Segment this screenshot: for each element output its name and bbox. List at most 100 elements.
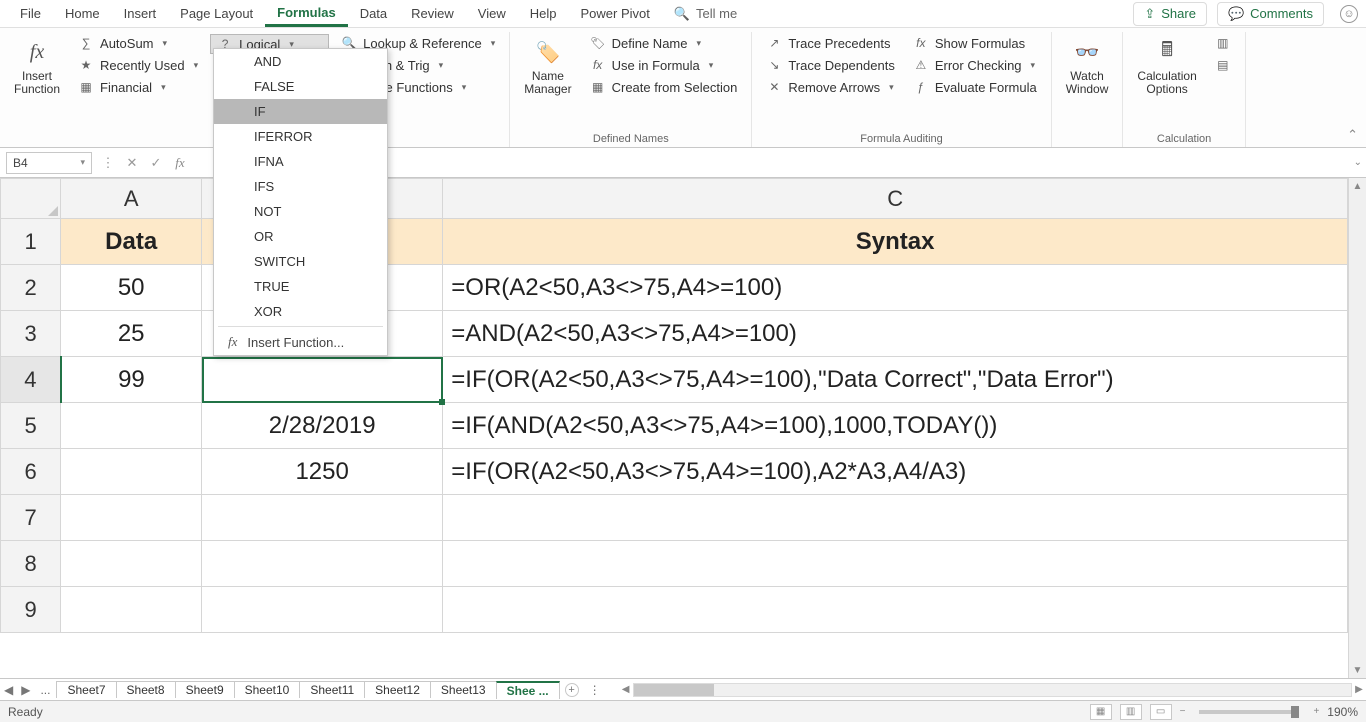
scroll-down-icon[interactable]: ▼ <box>1349 662 1366 678</box>
watch-window-button[interactable]: 👓 Watch Window <box>1060 32 1115 100</box>
financial-button[interactable]: ▦Financial▾ <box>72 78 204 96</box>
cell-b9[interactable] <box>202 587 443 633</box>
sheet-tab-sheet11[interactable]: Sheet11 <box>299 681 365 698</box>
calculation-options-button[interactable]: 🖩 Calculation Options <box>1131 32 1202 100</box>
cell-c9[interactable] <box>443 587 1348 633</box>
new-sheet-button[interactable]: + <box>565 683 579 697</box>
menu-item-ifna[interactable]: IFNA <box>214 149 387 174</box>
cell-b7[interactable] <box>202 495 443 541</box>
tab-file[interactable]: File <box>8 2 53 25</box>
menu-item-switch[interactable]: SWITCH <box>214 249 387 274</box>
name-box[interactable]: B4 ▾ <box>6 152 92 174</box>
tab-data[interactable]: Data <box>348 2 399 25</box>
calc-now-button[interactable]: ▥ <box>1209 34 1237 52</box>
show-formulas-button[interactable]: fxShow Formulas <box>907 34 1043 52</box>
cell-c2[interactable]: =OR(A2<50,A3<>75,A4>=100) <box>443 265 1348 311</box>
cell-a5[interactable] <box>61 403 202 449</box>
tab-home[interactable]: Home <box>53 2 112 25</box>
tab-review[interactable]: Review <box>399 2 466 25</box>
collapse-ribbon-icon[interactable]: ⌃ <box>1347 127 1358 143</box>
cell-c7[interactable] <box>443 495 1348 541</box>
autosum-button[interactable]: ∑AutoSum▾ <box>72 34 204 52</box>
zoom-slider[interactable] <box>1199 710 1299 714</box>
insert-function-button[interactable]: fx Insert Function <box>8 32 66 100</box>
recently-used-button[interactable]: ★Recently Used▾ <box>72 56 204 74</box>
row-header-3[interactable]: 3 <box>1 311 61 357</box>
cell-b8[interactable] <box>202 541 443 587</box>
tab-formulas[interactable]: Formulas <box>265 1 348 27</box>
cell-a4[interactable]: 99 <box>61 357 202 403</box>
spreadsheet-grid[interactable]: A B C 1 Data Result Syntax 2 50 TRUE =OR… <box>0 178 1348 678</box>
menu-item-and[interactable]: AND <box>214 49 387 74</box>
fx-icon[interactable]: fx <box>168 152 192 174</box>
row-header-9[interactable]: 9 <box>1 587 61 633</box>
cell-a3[interactable]: 25 <box>61 311 202 357</box>
menu-insert-function[interactable]: fx Insert Function... <box>214 329 387 355</box>
cell-a1[interactable]: Data <box>61 219 202 265</box>
use-in-formula-button[interactable]: fxUse in Formula▾ <box>584 56 744 74</box>
col-header-c[interactable]: C <box>443 179 1348 219</box>
row-header-1[interactable]: 1 <box>1 219 61 265</box>
horizontal-scrollbar[interactable]: ◀ ▶ <box>619 683 1366 697</box>
row-header-5[interactable]: 5 <box>1 403 61 449</box>
vertical-scrollbar[interactable]: ▲ ▼ <box>1348 178 1366 678</box>
cell-a2[interactable]: 50 <box>61 265 202 311</box>
cell-b5[interactable]: 2/28/2019 <box>202 403 443 449</box>
tab-insert[interactable]: Insert <box>112 2 169 25</box>
sheet-tab-sheet13[interactable]: Sheet13 <box>430 681 497 698</box>
sheet-tab-sheet10[interactable]: Sheet10 <box>234 681 301 698</box>
zoom-out-button[interactable]: − <box>1180 706 1186 717</box>
cell-a6[interactable] <box>61 449 202 495</box>
cell-a8[interactable] <box>61 541 202 587</box>
menu-item-xor[interactable]: XOR <box>214 299 387 324</box>
create-from-selection-button[interactable]: ▦Create from Selection <box>584 78 744 96</box>
zoom-in-button[interactable]: + <box>1313 706 1319 717</box>
sheet-tab-active[interactable]: Shee ... <box>496 681 560 699</box>
view-normal-icon[interactable]: ▦ <box>1090 704 1112 720</box>
scroll-left-icon[interactable]: ◀ <box>619 684 633 695</box>
cell-c3[interactable]: =AND(A2<50,A3<>75,A4>=100) <box>443 311 1348 357</box>
expand-formula-bar-icon[interactable]: ⌄ <box>1354 157 1362 168</box>
scroll-right-icon[interactable]: ▶ <box>1352 684 1366 695</box>
tell-me-search[interactable]: 🔍 Tell me <box>662 2 749 26</box>
cell-c4[interactable]: =IF(OR(A2<50,A3<>75,A4>=100),"Data Corre… <box>443 357 1348 403</box>
view-page-layout-icon[interactable]: ▥ <box>1120 704 1142 720</box>
menu-item-if[interactable]: IF <box>214 99 387 124</box>
col-header-a[interactable]: A <box>61 179 202 219</box>
namebox-more-icon[interactable]: ⋮ <box>96 152 120 174</box>
menu-item-iferror[interactable]: IFERROR <box>214 124 387 149</box>
menu-item-ifs[interactable]: IFS <box>214 174 387 199</box>
sheet-tab-sheet7[interactable]: Sheet7 <box>56 681 116 698</box>
menu-item-or[interactable]: OR <box>214 224 387 249</box>
menu-item-true[interactable]: TRUE <box>214 274 387 299</box>
trace-dependents-button[interactable]: ↘Trace Dependents <box>760 56 900 74</box>
cell-a7[interactable] <box>61 495 202 541</box>
zoom-level[interactable]: 190% <box>1327 705 1358 719</box>
row-header-4[interactable]: 4 <box>1 357 61 403</box>
cell-a9[interactable] <box>61 587 202 633</box>
tab-help[interactable]: Help <box>518 2 569 25</box>
menu-item-not[interactable]: NOT <box>214 199 387 224</box>
sheet-nav-prev-icon[interactable]: ◀ <box>0 683 17 697</box>
cell-c1[interactable]: Syntax <box>443 219 1348 265</box>
scroll-up-icon[interactable]: ▲ <box>1349 178 1366 194</box>
row-header-7[interactable]: 7 <box>1 495 61 541</box>
sheet-tab-sheet12[interactable]: Sheet12 <box>364 681 431 698</box>
cell-b6[interactable]: 1250 <box>202 449 443 495</box>
tab-view[interactable]: View <box>466 2 518 25</box>
sheet-nav-next-icon[interactable]: ▶ <box>17 683 34 697</box>
cell-b4[interactable] <box>202 357 443 403</box>
enter-formula-button[interactable]: ✓ <box>144 152 168 174</box>
row-header-2[interactable]: 2 <box>1 265 61 311</box>
sheet-overflow-dots[interactable]: ... <box>34 683 56 697</box>
sheet-tab-sheet9[interactable]: Sheet9 <box>175 681 235 698</box>
calc-sheet-button[interactable]: ▤ <box>1209 56 1237 74</box>
view-page-break-icon[interactable]: ▭ <box>1150 704 1172 720</box>
tab-power-pivot[interactable]: Power Pivot <box>568 2 661 25</box>
sheet-tab-sheet8[interactable]: Sheet8 <box>116 681 176 698</box>
feedback-smiley-icon[interactable]: ☺ <box>1340 5 1358 23</box>
evaluate-formula-button[interactable]: ƒEvaluate Formula <box>907 78 1043 96</box>
select-all-corner[interactable] <box>1 179 61 219</box>
name-manager-button[interactable]: 🏷️ Name Manager <box>518 32 577 100</box>
define-name-button[interactable]: 🏷Define Name▾ <box>584 34 744 52</box>
